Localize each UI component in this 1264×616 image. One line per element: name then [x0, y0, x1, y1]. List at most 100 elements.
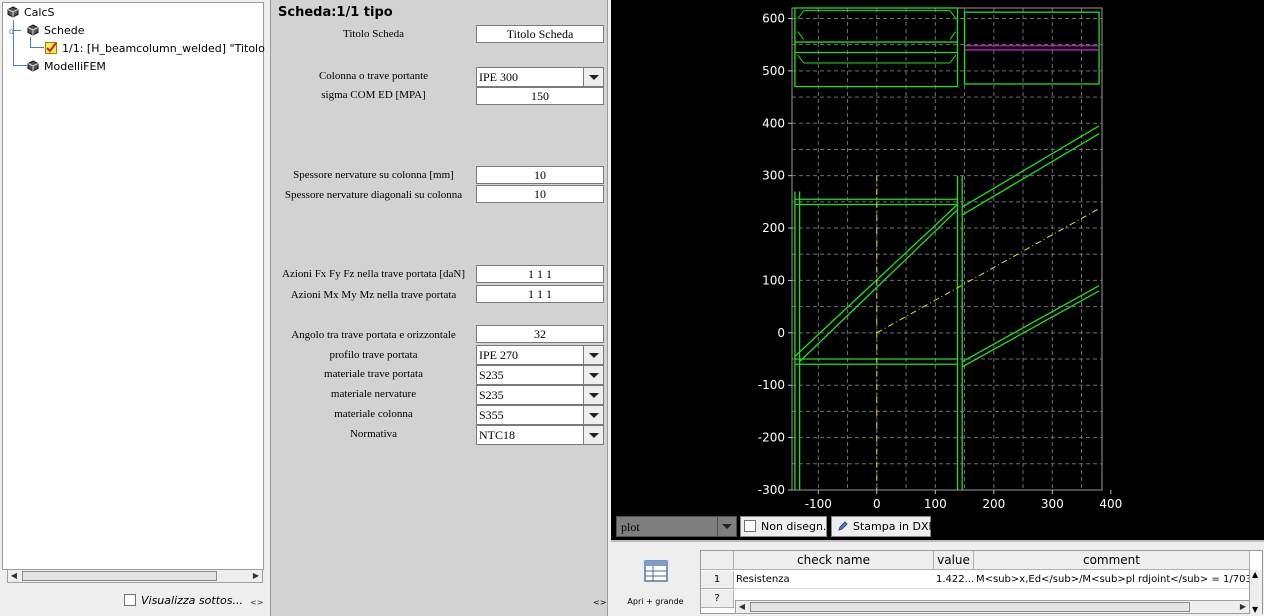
- tree-node-modellifem[interactable]: ModelliFEM: [27, 59, 106, 75]
- visualizza-sottoschede-checkbox[interactable]: Visualizza sottos...: [124, 594, 243, 607]
- spessore-colonna-input[interactable]: 10: [476, 166, 604, 184]
- tree-node-calcs[interactable]: CalcS: [7, 5, 55, 21]
- titolo-input[interactable]: Titolo Scheda: [476, 25, 604, 43]
- profilo-select[interactable]: IPE 270: [476, 345, 604, 365]
- scroll-left-icon[interactable]: ◀: [8, 570, 20, 582]
- beam-section-outline: [963, 11, 1100, 85]
- azioni-forze-input[interactable]: 1 1 1: [476, 265, 604, 283]
- beam-axis: [876, 208, 1100, 334]
- tree-node-schede[interactable]: Schede: [27, 23, 85, 39]
- materiale-colonna-label: materiale colonna: [334, 408, 413, 420]
- select-value: S235: [479, 368, 504, 382]
- tree-node-scheda-1[interactable]: 1/1: [H_beamcolumn_welded] "Titolo: [45, 41, 265, 57]
- x-tick-label: 0: [873, 497, 881, 511]
- scroll-thumb[interactable]: [750, 602, 1190, 612]
- column-fillet: [949, 54, 957, 64]
- column-header-value[interactable]: value: [934, 551, 974, 570]
- diagonal-stiffener: [799, 209, 958, 363]
- y-tick-label: 200: [762, 221, 785, 235]
- tree-node-label: CalcS: [24, 6, 55, 19]
- y-tick-label: 500: [762, 64, 785, 78]
- column-fillet: [949, 31, 957, 40]
- checkbox-icon[interactable]: [744, 520, 756, 532]
- sigma-input[interactable]: 150: [476, 87, 604, 105]
- x-tick-label: 100: [924, 497, 947, 511]
- chevron-down-icon[interactable]: [583, 346, 603, 364]
- table-cell-comment[interactable]: M<sub>x,Ed</sub>/M<sub>pl rdjoint</sub> …: [974, 571, 1250, 589]
- y-tick-label: 300: [762, 169, 785, 183]
- plot-area[interactable]: -100 0 100 200 300 400 600 500 400 300 200 100 0 -100…: [611, 0, 1264, 540]
- form-title: Scheda:1/1 tipo: [278, 5, 393, 20]
- y-tick-label: -200: [758, 431, 785, 445]
- normativa-label: Normativa: [349, 428, 398, 440]
- plot-shapes: [794, 7, 1100, 490]
- row-number: ?: [701, 590, 734, 608]
- colonna-select[interactable]: IPE 300: [476, 67, 604, 87]
- chevron-down-icon[interactable]: [583, 386, 603, 404]
- geometry-plot[interactable]: -100 0 100 200 300 400 600 500 400 300 200 100 0 -100…: [611, 0, 1264, 540]
- chevron-down-icon[interactable]: [583, 426, 603, 444]
- open-larger-button[interactable]: Apri + grande: [623, 560, 688, 612]
- azioni-momenti-label: Azioni Mx My Mz nella trave portata: [290, 289, 457, 301]
- open-larger-label: Apri + grande: [627, 597, 684, 606]
- scroll-right-icon[interactable]: ▶: [1237, 601, 1249, 613]
- scroll-left-icon[interactable]: ◀: [736, 601, 748, 613]
- colonna-label: Colonna o trave portante: [318, 70, 429, 82]
- tree-horizontal-scrollbar[interactable]: ◀ ▶: [7, 569, 263, 583]
- x-tick-label: 200: [982, 497, 1005, 511]
- table-cell-value[interactable]: 1.422...: [934, 571, 974, 589]
- column-header-comment[interactable]: comment: [974, 551, 1250, 570]
- table-cell-check-name[interactable]: Resistenza: [734, 571, 934, 589]
- select-value: S355: [479, 408, 504, 422]
- chevron-down-icon[interactable]: [583, 366, 603, 384]
- materiale-trave-label: materiale trave portata: [324, 368, 423, 380]
- materiale-nervature-select[interactable]: S235: [476, 385, 604, 405]
- table-vertical-scrollbar[interactable]: ▲ ▼: [1249, 570, 1262, 614]
- chevron-down-icon[interactable]: [583, 68, 603, 86]
- y-tick-label: -100: [758, 378, 785, 392]
- scroll-down-icon[interactable]: ▼: [1252, 605, 1258, 614]
- y-tick-label: -300: [758, 483, 785, 497]
- checks-table[interactable]: check name value comment 1 Resistenza 1.…: [700, 550, 1263, 614]
- cube-icon: [7, 6, 19, 18]
- stampa-dxf-button[interactable]: Stampa in DXF: [831, 516, 935, 537]
- form-collapse-toggle[interactable]: <>: [593, 598, 606, 607]
- y-tick-label: 100: [762, 273, 785, 287]
- select-value: IPE 270: [479, 348, 518, 362]
- chevron-down-icon[interactable]: [717, 517, 736, 536]
- pencil-icon: [838, 521, 848, 531]
- spessore-diagonali-input[interactable]: 10: [476, 185, 604, 203]
- scroll-right-icon[interactable]: ▶: [250, 570, 262, 582]
- azioni-momenti-input[interactable]: 1 1 1: [476, 285, 604, 303]
- cube-icon: [27, 60, 39, 72]
- inclined-beam-flange: [961, 290, 1100, 368]
- materiale-colonna-select[interactable]: S355: [476, 405, 604, 425]
- select-value: IPE 300: [479, 70, 518, 84]
- select-value: plot: [621, 520, 640, 534]
- chevron-down-icon[interactable]: [583, 406, 603, 424]
- row-number: 1: [701, 571, 734, 589]
- left-collapse-toggle[interactable]: <>: [250, 598, 263, 607]
- checkmark-icon: [45, 42, 57, 54]
- scroll-thumb[interactable]: [22, 571, 217, 581]
- table-horizontal-scrollbar[interactable]: ◀ ▶: [735, 600, 1250, 614]
- inclined-beam-flange: [961, 125, 1100, 208]
- column-fillet: [949, 10, 957, 19]
- angolo-input[interactable]: 32: [476, 325, 604, 343]
- button-label: Stampa in DXF: [853, 520, 935, 533]
- column-header-check-name[interactable]: check name: [734, 551, 934, 570]
- azioni-forze-label: Azioni Fx Fy Fz nella trave portata [daN…: [282, 268, 465, 280]
- plot-mode-select[interactable]: plot: [616, 516, 737, 537]
- scroll-up-icon[interactable]: ▲: [1252, 570, 1258, 579]
- materiale-trave-select[interactable]: S235: [476, 365, 604, 385]
- column-fillet: [797, 31, 805, 40]
- checkbox-icon[interactable]: [124, 594, 136, 606]
- normativa-select[interactable]: NTC18: [476, 425, 604, 445]
- project-tree-panel: o CalcS Schede 1/1: [H_beamcolumn_welded…: [0, 0, 268, 616]
- schede-expand-toggle[interactable]: o: [9, 27, 14, 36]
- plot-grid: [791, 7, 1103, 491]
- column-fillet: [797, 10, 805, 19]
- titolo-label: Titolo Scheda: [342, 28, 404, 40]
- angolo-label: Angolo tra trave portata e orizzontale: [291, 329, 456, 341]
- non-disegnare-checkbox[interactable]: Non disegn...: [740, 516, 833, 537]
